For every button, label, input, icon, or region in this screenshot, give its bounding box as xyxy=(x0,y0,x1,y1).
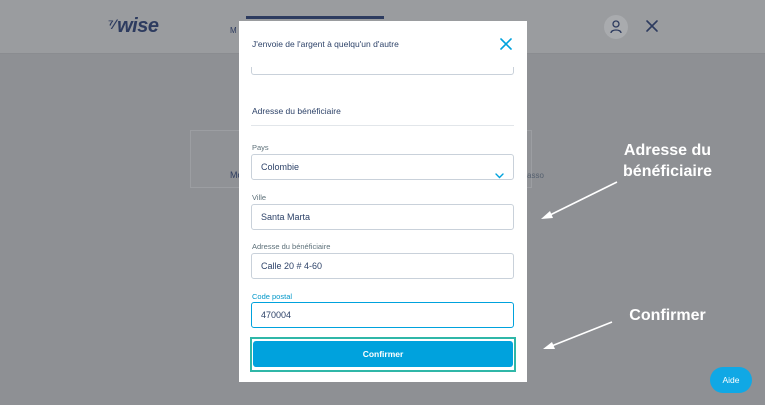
arrow-confirm xyxy=(548,321,613,348)
modal-title: J'envoie de l'argent à quelqu'un d'autre xyxy=(252,39,399,49)
arrow-confirm-head xyxy=(543,342,555,349)
modal-close-icon[interactable] xyxy=(499,37,513,51)
modal-header: J'envoie de l'argent à quelqu'un d'autre xyxy=(239,21,527,67)
arrow-address-head xyxy=(541,211,553,219)
help-button[interactable]: Aide xyxy=(710,367,752,393)
arrow-address xyxy=(545,181,618,218)
